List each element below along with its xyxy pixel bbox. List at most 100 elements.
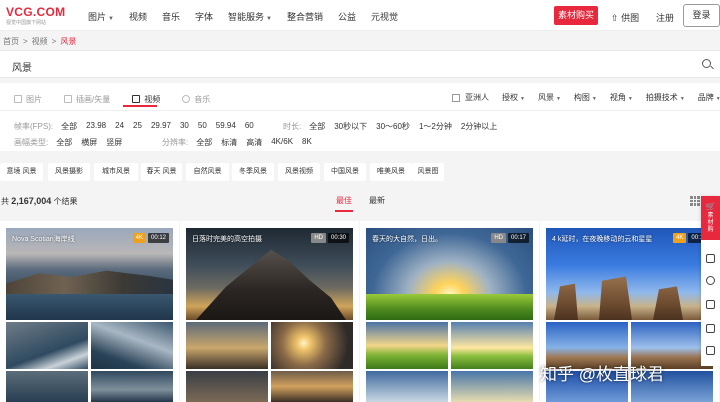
divider (0, 110, 720, 111)
video-card[interactable]: Nova Scotian海岸线 4K 00:12 (0, 221, 179, 402)
chevron-down-icon: ▼ (627, 96, 633, 102)
nav-item-charity[interactable]: 公益 (338, 10, 356, 23)
fps-option[interactable]: 29.97 (151, 121, 171, 132)
orientation-option[interactable]: 全部 (56, 137, 72, 148)
login-button[interactable]: 登录 (683, 4, 720, 27)
duration-option[interactable]: 1～2分钟 (419, 121, 452, 132)
video-thumbnail[interactable]: 日落时完美的高空拍摄 HD 00:30 (186, 228, 353, 320)
filter-license[interactable]: 授权 ▼ (502, 92, 525, 103)
resolution-option[interactable]: 全部 (196, 137, 212, 148)
video-frame (91, 322, 173, 369)
search-input[interactable]: 风景 (12, 59, 32, 74)
orientation-option[interactable]: 横屏 (81, 137, 97, 148)
fps-option[interactable]: 24 (115, 121, 124, 132)
tab-music[interactable]: 音乐 (182, 92, 210, 106)
video-frame (186, 371, 268, 402)
mountain-peak (196, 249, 346, 320)
rock-formations (554, 276, 704, 320)
video-frame (451, 371, 533, 402)
buy-material-sidebar-button[interactable]: 🛒 素材购 (701, 196, 720, 240)
tag-chip[interactable]: 中国风景 (324, 163, 366, 181)
nav-item-marketing[interactable]: 整合营销 (287, 10, 323, 23)
tab-video[interactable]: 视频 (132, 92, 160, 106)
nav-item-images[interactable]: 图片 ▼ (88, 10, 114, 23)
fps-option[interactable]: 25 (133, 121, 142, 132)
orientation-filter: 画幅类型: 全部 横屏 竖屏 (14, 137, 123, 148)
duration-option[interactable]: 30～60秒 (376, 121, 410, 132)
supply-images-link[interactable]: ⇧ 供图 (611, 11, 639, 24)
resolution-option[interactable]: 4K/6K (271, 137, 293, 148)
resolution-filter: 分辨率: 全部 标清 高清 4K/6K 8K (162, 137, 312, 148)
tag-chip[interactable]: 城市风景 (94, 163, 138, 181)
active-tab-indicator (123, 105, 157, 107)
filter-brand[interactable]: 品牌 ▼ (698, 92, 720, 103)
quality-badge: HD (311, 233, 326, 243)
chevron-down-icon: ▼ (108, 16, 114, 22)
edit-icon[interactable] (706, 346, 715, 355)
breadcrumb-video[interactable]: 视频 (32, 37, 48, 46)
video-frame (6, 322, 88, 369)
tab-illustration[interactable]: 插画/矢量 (64, 92, 110, 106)
tag-chip[interactable]: 冬季风景 (232, 163, 274, 181)
resolution-option[interactable]: 8K (302, 137, 312, 148)
video-frame (91, 371, 173, 402)
grid-view-icon[interactable] (690, 196, 700, 206)
video-card[interactable]: 日落时完美的高空拍摄 HD 00:30 (180, 221, 359, 402)
video-thumbnail[interactable]: 春天的大自然，日出。 HD 00:17 (366, 228, 533, 320)
duration-option[interactable]: 2分钟以上 (461, 121, 497, 132)
breadcrumb-current: 风景 (60, 37, 77, 46)
fps-option[interactable]: 全部 (61, 121, 77, 132)
nav-item-music[interactable]: 音乐 (162, 10, 180, 23)
tool-icon[interactable] (706, 254, 715, 263)
tag-chip[interactable]: 春天 风景 (141, 163, 182, 181)
headset-icon[interactable] (706, 276, 715, 285)
fps-option[interactable]: 59.94 (216, 121, 236, 132)
filter-angle[interactable]: 视角 ▼ (610, 92, 633, 103)
tag-chip[interactable]: 意境 风景 (0, 163, 43, 181)
filter-composition[interactable]: 构图 ▼ (574, 92, 597, 103)
qrcode-icon[interactable] (706, 324, 715, 333)
checkbox-icon (452, 93, 460, 102)
vcg-logo[interactable]: VCG.COM 视觉中国旗下网站 (6, 5, 65, 26)
fps-option[interactable]: 23.98 (86, 121, 106, 132)
fps-option[interactable]: 60 (245, 121, 254, 132)
tag-chip[interactable]: 风景摄影 (48, 163, 90, 181)
nav-item-fonts[interactable]: 字体 (195, 10, 213, 23)
resolution-option[interactable]: 高清 (246, 137, 262, 148)
fps-option[interactable]: 50 (198, 121, 207, 132)
search-icon[interactable] (702, 59, 711, 68)
resolution-option[interactable]: 标清 (221, 137, 237, 148)
breadcrumb-home[interactable]: 首页 (3, 37, 19, 46)
buy-material-button[interactable]: 素材购买 (554, 6, 598, 25)
video-thumbnail[interactable]: Nova Scotian海岸线 4K 00:12 (6, 228, 173, 320)
tag-chip[interactable]: 唯美风景 (370, 163, 412, 181)
video-card[interactable]: 春天的大自然，日出。 HD 00:17 (360, 221, 539, 402)
filter-technique[interactable]: 拍摄技术 ▼ (646, 92, 685, 103)
sort-latest[interactable]: 最新 (369, 195, 385, 206)
main-nav: 图片 ▼ 视频 音乐 字体 智能服务 ▼ 整合营销 公益 元视觉 (88, 10, 413, 23)
sort-best[interactable]: 最佳 (336, 195, 352, 206)
orientation-option[interactable]: 竖屏 (106, 137, 122, 148)
fps-option[interactable]: 30 (180, 121, 189, 132)
user-icon[interactable] (706, 300, 715, 309)
search-bar[interactable]: 风景 (0, 50, 720, 78)
register-link[interactable]: 注册 (656, 11, 674, 24)
nav-item-meta-vision[interactable]: 元视觉 (371, 10, 398, 23)
video-frame (366, 371, 448, 402)
nav-item-smart-service[interactable]: 智能服务 ▼ (228, 10, 272, 23)
tag-chip[interactable]: 风景视频 (278, 163, 320, 181)
quality-badge: 4K (132, 233, 146, 243)
grass-field (366, 294, 533, 320)
video-title: 4 k延时，在夜晚移动的云和星星 (552, 236, 653, 243)
filter-scenery[interactable]: 风景 ▼ (538, 92, 561, 103)
tab-images[interactable]: 图片 (14, 92, 42, 106)
tag-chip[interactable]: 风景图 (412, 163, 444, 181)
asian-filter-checkbox[interactable]: 亚洲人 (452, 92, 489, 103)
video-frame (366, 322, 448, 369)
video-thumbnail[interactable]: 4 k延时，在夜晚移动的云和星星 4K 00:11 (546, 228, 713, 320)
duration-option[interactable]: 30秒以下 (334, 121, 367, 132)
tag-chip[interactable]: 自然风景 (186, 163, 229, 181)
nav-item-video[interactable]: 视频 (129, 10, 147, 23)
duration-option[interactable]: 全部 (309, 121, 325, 132)
media-tabs: 图片 插画/矢量 视频 音乐 (14, 92, 232, 106)
